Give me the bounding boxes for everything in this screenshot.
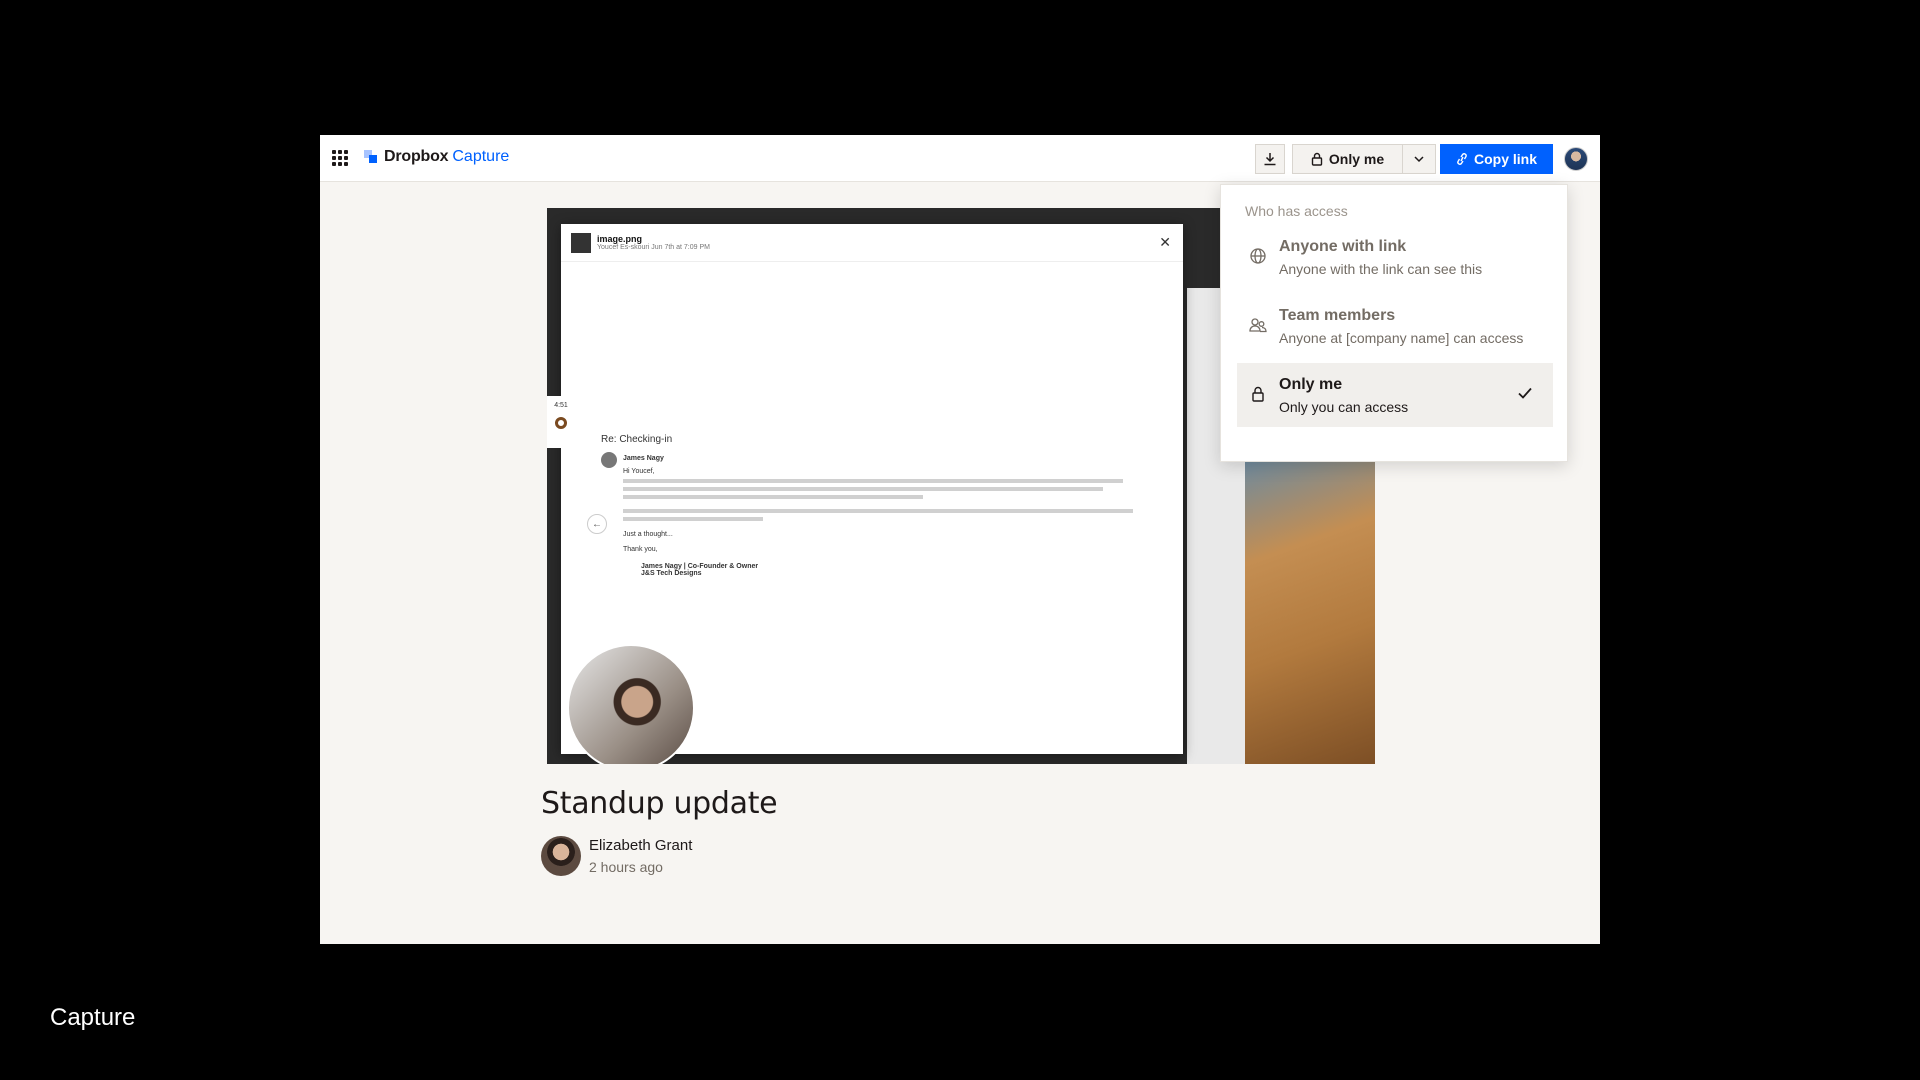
- access-option-desc: Only you can access: [1279, 399, 1409, 415]
- page-title: Standup update: [541, 786, 778, 821]
- access-option-anyone-with-link[interactable]: Anyone with link Anyone with the link ca…: [1237, 225, 1553, 289]
- checkmark-icon: [1518, 387, 1532, 399]
- app-grid-icon[interactable]: [332, 150, 348, 166]
- lock-icon: [1311, 152, 1323, 166]
- email-subject: Re: Checking-in: [601, 434, 673, 445]
- email-text-line: [623, 495, 923, 499]
- link-icon: [1457, 153, 1467, 165]
- email-greeting: Hi Youcef,: [623, 468, 655, 475]
- access-option-title: Only me: [1279, 376, 1343, 393]
- logo-product: Capture: [452, 148, 510, 165]
- email-text-line: [623, 487, 1103, 491]
- download-button[interactable]: [1255, 144, 1285, 174]
- email-preview: Re: Checking-in James Nagy Hi Youcef, Ju…: [601, 434, 1141, 577]
- email-thanks: Thank you,: [623, 546, 658, 553]
- access-option-title: Anyone with link: [1279, 238, 1407, 255]
- privacy-button[interactable]: Only me: [1292, 144, 1402, 174]
- recording-timer: 4:51: [554, 402, 568, 409]
- access-option-only-me[interactable]: Only me Only you can access: [1237, 363, 1553, 427]
- copy-link-button[interactable]: Copy link: [1440, 144, 1553, 174]
- download-icon: [1264, 153, 1276, 166]
- author-avatar: [541, 836, 581, 876]
- webcam-bubble: [567, 644, 695, 764]
- email-text-line: [623, 509, 1133, 513]
- logo-brand: Dropbox: [384, 148, 449, 165]
- chevron-down-icon: [1414, 156, 1424, 163]
- email-text-line: [623, 517, 763, 521]
- globe-icon: [1250, 248, 1266, 264]
- file-meta: Youcef Es-skouri Jun 7th at 7:09 PM: [597, 244, 710, 251]
- file-name: image.png: [597, 234, 643, 244]
- close-icon: ✕: [1159, 234, 1171, 250]
- access-option-title: Team members: [1279, 307, 1396, 324]
- access-option-desc: Anyone with the link can see this: [1279, 261, 1483, 277]
- team-icon: [1249, 318, 1267, 333]
- sender-avatar: [601, 452, 617, 468]
- email-company: J&S Tech Designs: [641, 570, 702, 577]
- email-closing: Just a thought...: [623, 531, 673, 538]
- app-window: Dropbox Capture Only me Copy link image.…: [320, 135, 1600, 944]
- file-thumbnail: [571, 232, 591, 253]
- caption: Capture: [50, 1004, 136, 1031]
- top-bar: Dropbox Capture Only me Copy link: [320, 135, 1600, 182]
- back-arrow-icon: ←: [587, 514, 607, 534]
- copy-link-label: Copy link: [1473, 151, 1537, 167]
- recording-control: 4:51: [547, 396, 575, 448]
- access-heading: Who has access: [1245, 203, 1348, 219]
- access-option-desc: Anyone at [company name] can access: [1279, 330, 1524, 346]
- email-text-line: [623, 479, 1123, 483]
- email-sender: James Nagy: [623, 455, 664, 462]
- author-name: Elizabeth Grant: [589, 837, 693, 854]
- access-option-team-members[interactable]: Team members Anyone at [company name] ca…: [1237, 294, 1553, 358]
- logo[interactable]: Dropbox Capture: [364, 148, 509, 166]
- desktop-wallpaper: [1245, 458, 1375, 764]
- lock-icon: [1252, 386, 1264, 402]
- dropbox-logo-icon: [364, 150, 378, 164]
- privacy-dropdown-toggle[interactable]: [1402, 144, 1436, 174]
- access-dropdown: Who has access Anyone with link Anyone w…: [1220, 184, 1568, 462]
- user-avatar[interactable]: [1564, 147, 1588, 171]
- recorded-window: image.png Youcef Es-skouri Jun 7th at 7:…: [561, 224, 1183, 764]
- privacy-label: Only me: [1328, 151, 1385, 167]
- post-timestamp: 2 hours ago: [589, 859, 663, 875]
- email-signature: James Nagy | Co-Founder & Owner: [641, 563, 759, 570]
- record-icon: [555, 417, 567, 429]
- recorded-window-header: image.png Youcef Es-skouri Jun 7th at 7:…: [561, 224, 1183, 262]
